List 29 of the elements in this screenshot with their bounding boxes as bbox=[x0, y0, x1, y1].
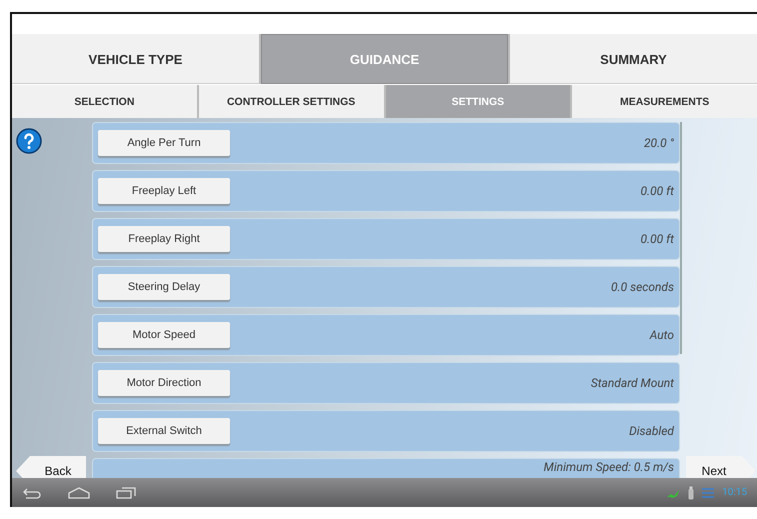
setting-value: 0.00 ft bbox=[640, 232, 674, 246]
back-button[interactable]: Back bbox=[16, 456, 86, 478]
setting-button[interactable]: Angle Per Turn bbox=[98, 130, 230, 156]
setting-button[interactable]: Motor Speed bbox=[98, 322, 230, 348]
tab[interactable]: SELECTION bbox=[12, 85, 197, 118]
setting-value: 0.0 seconds bbox=[611, 280, 674, 294]
setting-value: Disabled bbox=[629, 424, 674, 438]
help-icon[interactable] bbox=[16, 128, 42, 154]
clock-time: 10:15 bbox=[722, 487, 747, 498]
setting-button[interactable]: Motor Direction bbox=[98, 370, 230, 396]
tab[interactable]: VEHICLE TYPE bbox=[12, 34, 259, 84]
setting-value: 20.0 ° bbox=[644, 136, 674, 150]
setting-button[interactable]: External Switch bbox=[98, 418, 230, 444]
tab[interactable]: SUMMARY bbox=[510, 34, 757, 84]
recent-apps-icon[interactable] bbox=[116, 486, 136, 498]
menu-icon bbox=[702, 488, 714, 498]
home-icon[interactable] bbox=[68, 486, 90, 498]
setting-button[interactable]: Steering Delay bbox=[98, 274, 230, 300]
setting-button[interactable]: Freeplay Left bbox=[98, 178, 230, 204]
setting-value: 0.00 ft bbox=[640, 184, 674, 198]
tab[interactable]: CONTROLLER SETTINGS bbox=[198, 85, 384, 118]
tab[interactable]: MEASUREMENTS bbox=[572, 85, 757, 118]
usb-drive-icon bbox=[688, 486, 694, 500]
setting-value: Minimum Speed: 0.5 m/s bbox=[544, 460, 674, 474]
next-button[interactable]: Next bbox=[686, 456, 756, 478]
setting-button[interactable]: Freeplay Right bbox=[98, 226, 230, 252]
setting-value: Standard Mount bbox=[590, 376, 674, 390]
back-nav-icon[interactable] bbox=[22, 486, 42, 498]
setting-value: Auto bbox=[650, 328, 674, 342]
